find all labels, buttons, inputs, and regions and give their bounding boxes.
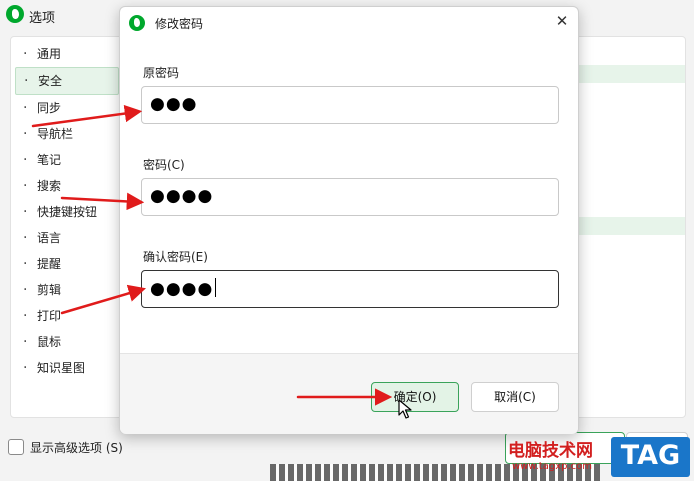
dialog-footer: 确定(O) 取消(C) xyxy=(120,353,578,434)
sidebar-item-sync[interactable]: 同步 xyxy=(15,95,119,121)
ok-button[interactable]: 确定(O) xyxy=(371,382,459,412)
confirm-password-value: ●●●● xyxy=(150,279,214,299)
sidebar-item-security[interactable]: 安全 xyxy=(15,67,119,95)
sidebar-item-clipper[interactable]: 剪辑 xyxy=(15,277,119,303)
evernote-logo-icon xyxy=(6,5,24,23)
evernote-logo-icon xyxy=(129,15,145,31)
watermark-url: www.tagxp.com xyxy=(512,461,592,472)
sidebar-item-knowledge-map[interactable]: 知识星图 xyxy=(15,355,119,381)
confirm-password-value-wrap: ●●●● xyxy=(150,278,217,299)
old-password-value: ●●● xyxy=(150,94,198,114)
advanced-options-checkbox[interactable] xyxy=(8,439,24,455)
new-password-label: 密码(C) xyxy=(143,158,185,172)
old-password-input[interactable]: ●●● xyxy=(141,86,559,124)
confirm-password-input[interactable]: ●●●● xyxy=(141,270,559,308)
new-password-input[interactable]: ●●●● xyxy=(141,178,559,216)
sidebar-item-general[interactable]: 通用 xyxy=(15,41,119,67)
sidebar-item-search[interactable]: 搜索 xyxy=(15,173,119,199)
sidebar-item-reminders[interactable]: 提醒 xyxy=(15,251,119,277)
sidebar-item-mouse[interactable]: 鼠标 xyxy=(15,329,119,355)
old-password-label: 原密码 xyxy=(143,66,180,80)
close-icon[interactable]: ✕ xyxy=(553,12,571,30)
content-highlight-row xyxy=(578,65,685,83)
advanced-options-label: 显示高级选项 (S) xyxy=(30,441,123,455)
content-highlight-row xyxy=(578,217,685,235)
sidebar-item-shortcuts[interactable]: 快捷键按钮 xyxy=(15,199,119,225)
sidebar-item-notes[interactable]: 笔记 xyxy=(15,147,119,173)
sidebar-item-language[interactable]: 语言 xyxy=(15,225,119,251)
change-password-dialog: 修改密码 ✕ 原密码 ●●● 密码(C) ●●●● 确认密码(E) ●●●● 确… xyxy=(119,6,579,434)
watermark-tag-logo: TAG xyxy=(611,437,690,477)
dialog-title: 修改密码 xyxy=(155,17,204,31)
confirm-password-label: 确认密码(E) xyxy=(143,250,208,264)
new-password-value: ●●●● xyxy=(150,186,214,206)
watermark-tag-text: TAG xyxy=(620,440,681,471)
text-caret xyxy=(215,278,217,297)
cancel-button[interactable]: 取消(C) xyxy=(471,382,559,412)
options-window-title: 选项 xyxy=(29,11,56,26)
watermark-site-name: 电脑技术网 xyxy=(508,441,593,461)
sidebar-item-print[interactable]: 打印 xyxy=(15,303,119,329)
sidebar-item-navbar[interactable]: 导航栏 xyxy=(15,121,119,147)
mouse-pointer-icon xyxy=(398,399,412,419)
options-sidebar: 通用 安全 同步 导航栏 笔记 搜索 快捷键按钮 语言 提醒 剪辑 打印 鼠标 … xyxy=(11,41,123,381)
